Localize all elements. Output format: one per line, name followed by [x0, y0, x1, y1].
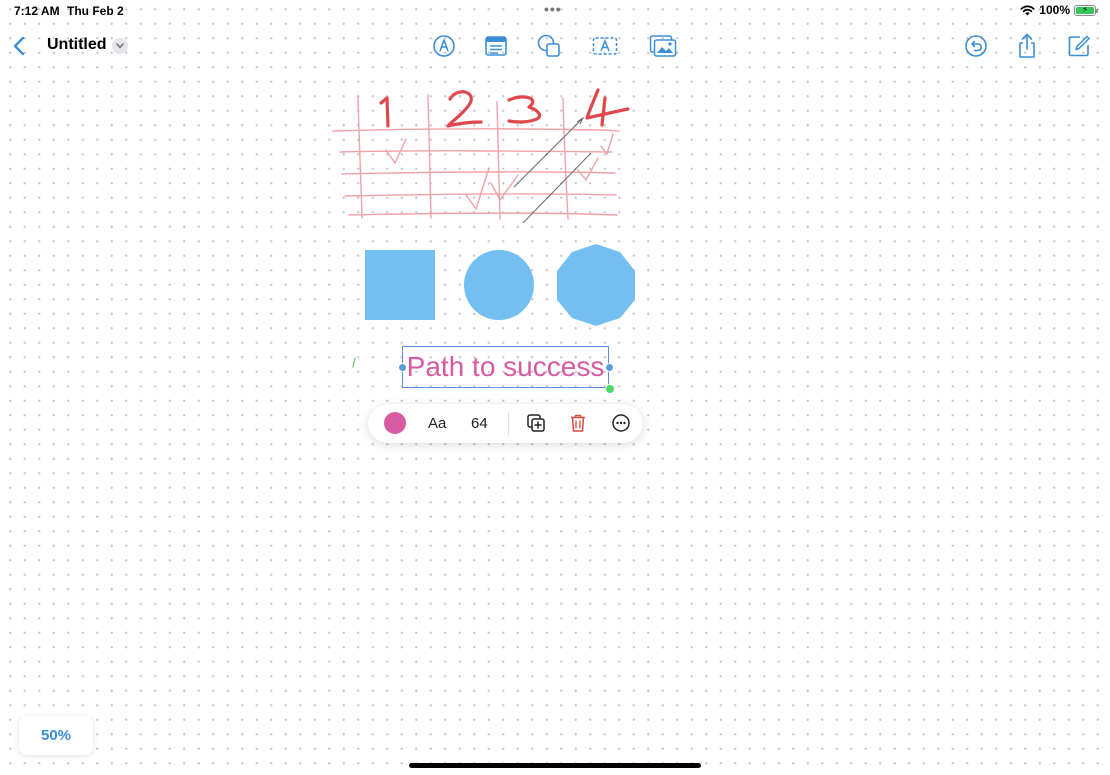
delete-button[interactable] — [567, 412, 589, 434]
polygon-shape[interactable] — [557, 244, 635, 326]
number-4-stroke — [585, 88, 630, 127]
trash-icon — [571, 414, 585, 432]
font-size-button[interactable]: 64 — [471, 415, 488, 432]
rotate-handle[interactable] — [605, 384, 615, 394]
handwritten-grid — [332, 94, 620, 220]
font-button[interactable]: Aa — [428, 415, 446, 432]
duplicate-icon — [527, 414, 545, 432]
zoom-level-button[interactable]: 50% — [19, 716, 93, 755]
home-indicator[interactable] — [409, 763, 701, 768]
duplicate-button[interactable] — [525, 412, 547, 434]
text-color-button[interactable] — [384, 412, 406, 434]
resize-handle-left[interactable] — [398, 363, 407, 372]
pen-tick-mark — [352, 357, 356, 368]
text-box-content[interactable]: Path to success — [407, 351, 605, 383]
number-1-stroke — [379, 96, 390, 128]
resize-handle-right[interactable] — [605, 363, 614, 372]
diagonal-arrows — [513, 116, 592, 224]
more-button[interactable] — [610, 412, 632, 434]
circle-shape[interactable] — [464, 250, 534, 320]
selected-text-box[interactable]: Path to success — [402, 346, 609, 388]
number-2-stroke — [446, 90, 483, 128]
handwritten-numbers — [379, 88, 630, 128]
zoom-level-label: 50% — [40, 727, 72, 744]
text-format-bar: Aa 64 — [368, 404, 643, 443]
square-shape[interactable] — [365, 250, 435, 320]
format-bar-divider — [508, 412, 509, 435]
more-icon — [612, 414, 630, 432]
number-3-stroke — [507, 95, 542, 124]
